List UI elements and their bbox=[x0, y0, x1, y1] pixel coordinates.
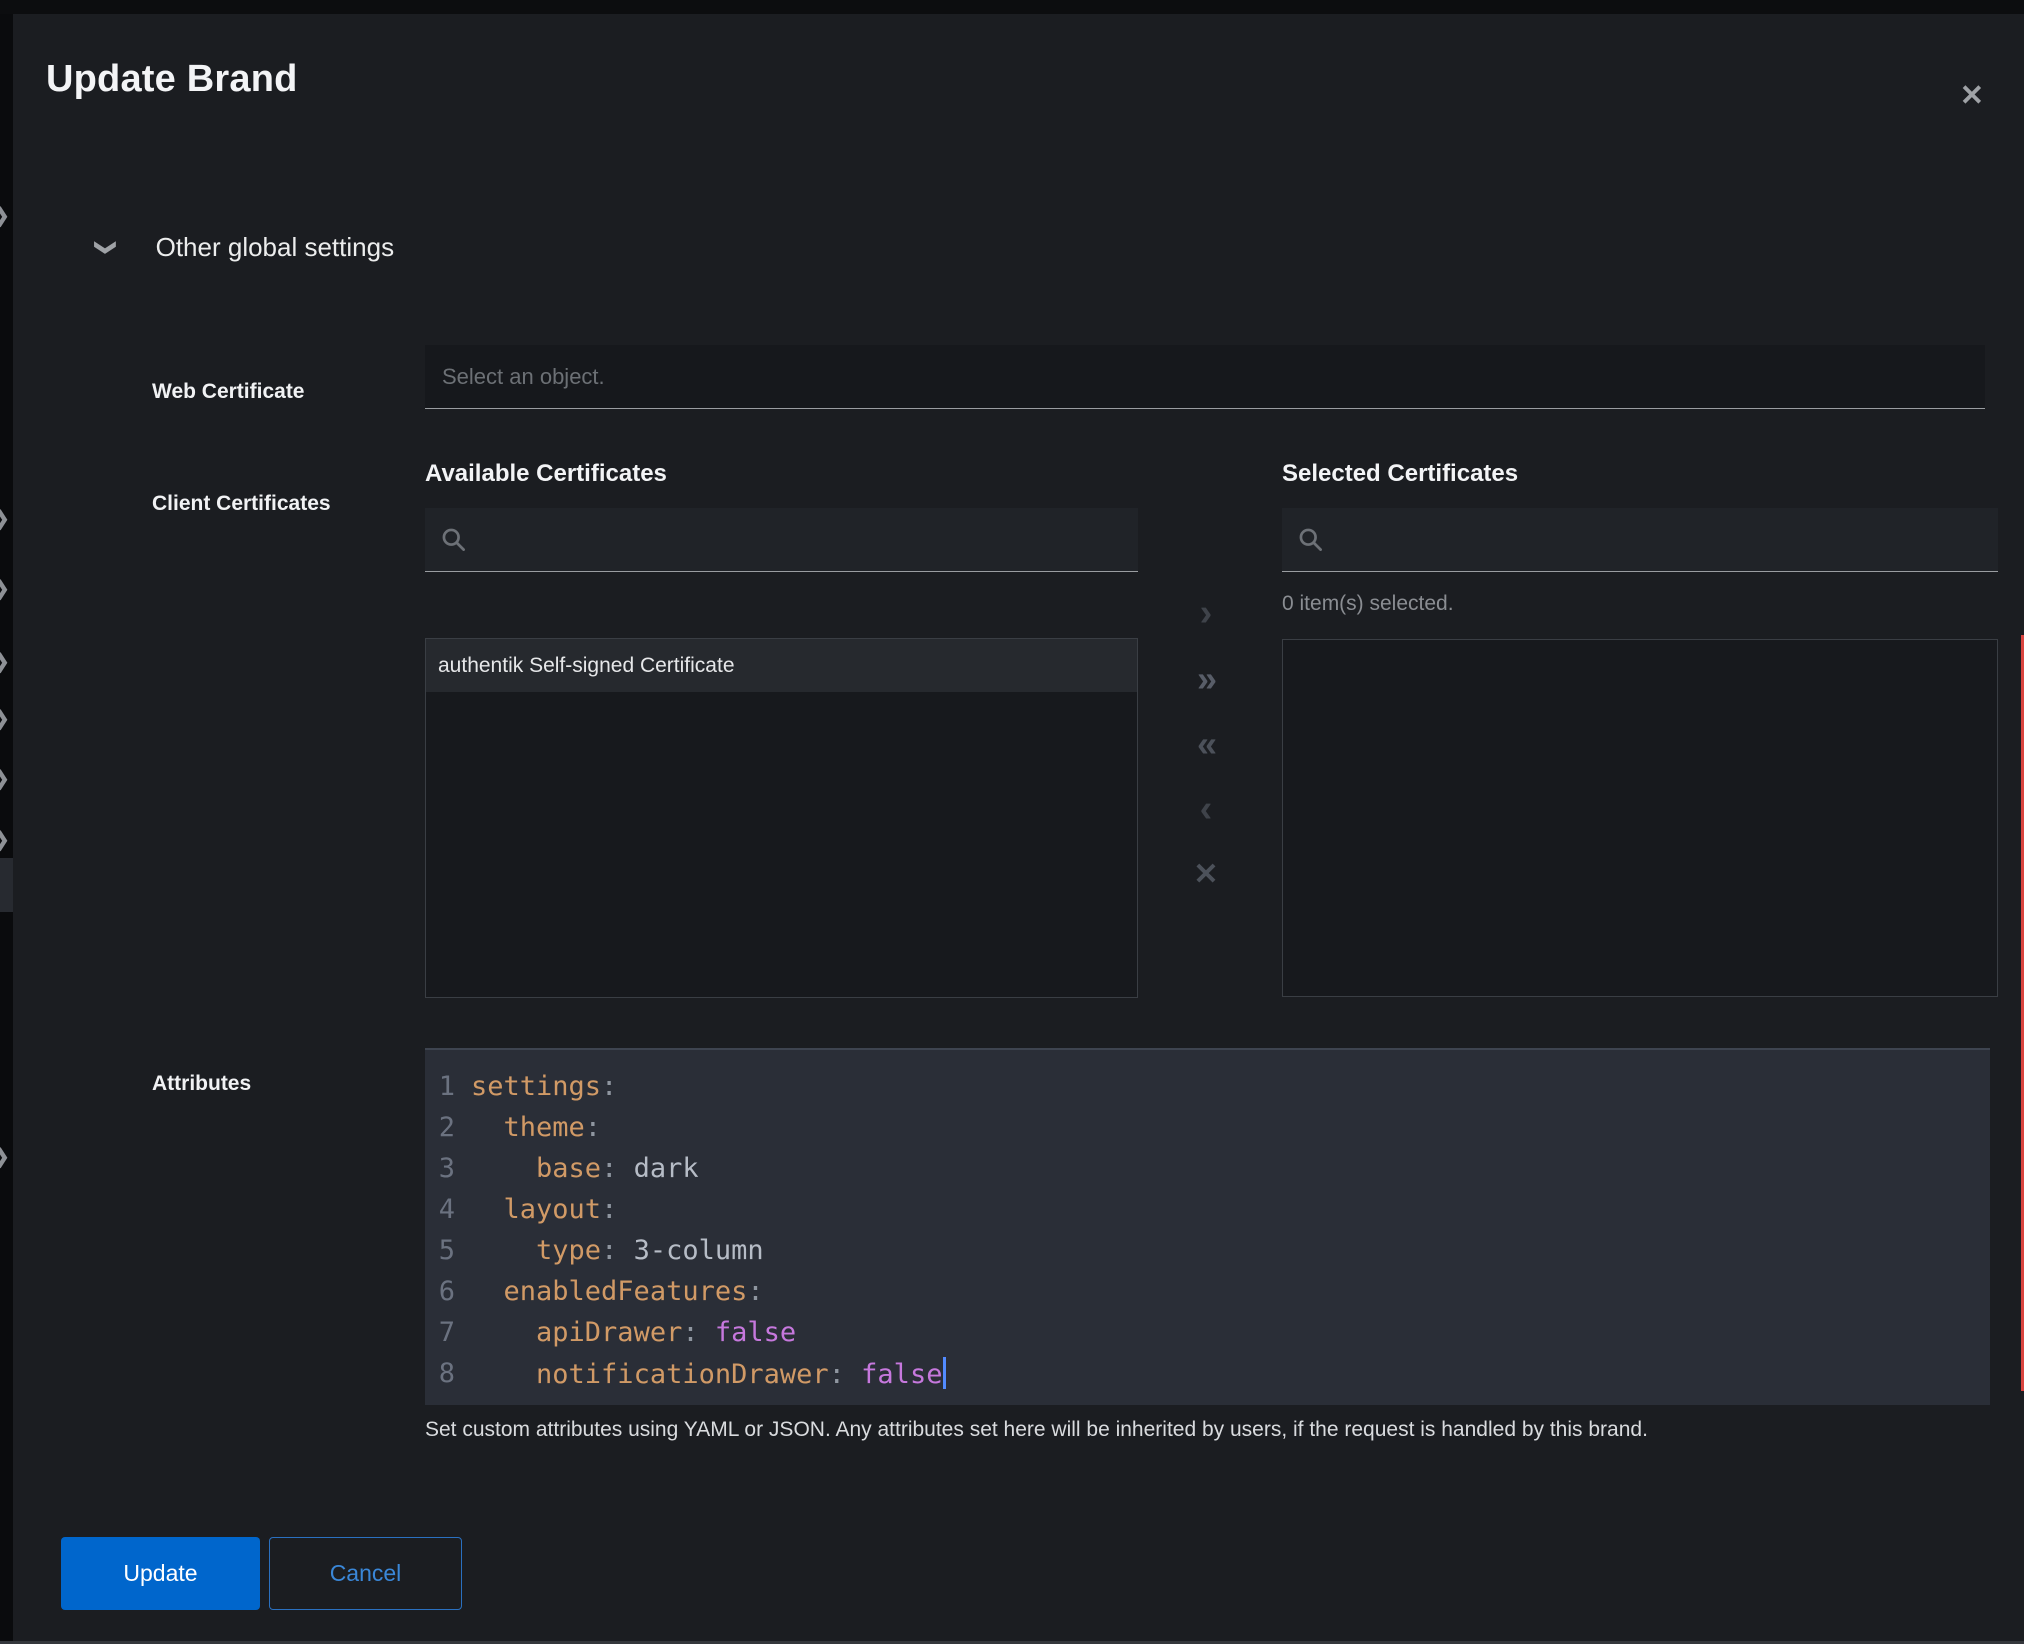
clear-selection-button[interactable]: ✕ bbox=[1193, 842, 1218, 908]
selected-count-status: 0 item(s) selected. bbox=[1282, 592, 1454, 616]
selected-certificates-header: Selected Certificates bbox=[1282, 460, 1518, 488]
available-certificates-searchbox[interactable] bbox=[425, 508, 1138, 572]
move-all-right-button[interactable]: » bbox=[1197, 646, 1215, 711]
code-line: 1settings: bbox=[425, 1066, 1990, 1107]
chevron-fragment-icon: ❯ bbox=[0, 203, 10, 228]
code-line: 2 theme: bbox=[425, 1107, 1990, 1148]
move-all-left-button[interactable]: « bbox=[1197, 711, 1215, 776]
cancel-button[interactable]: Cancel bbox=[269, 1537, 462, 1610]
code-line: 7 apiDrawer: false bbox=[425, 1312, 1990, 1353]
text-cursor bbox=[943, 1357, 946, 1389]
available-certificates-search-input[interactable] bbox=[479, 528, 1123, 552]
chevron-fragment-icon: ❯ bbox=[0, 506, 10, 531]
update-brand-screen: ❯ ❯ ❯ ❯ ❯ ❯ ❯ ❯ Update Brand ✕ ❯ Other g… bbox=[0, 0, 2024, 1644]
chevron-down-icon: ❯ bbox=[93, 239, 118, 257]
chevron-fragment-icon: ❯ bbox=[0, 706, 10, 731]
web-certificate-placeholder: Select an object. bbox=[442, 364, 605, 390]
move-selected-right-button[interactable]: › bbox=[1200, 580, 1213, 646]
chevron-fragment-icon: ❯ bbox=[0, 1144, 10, 1169]
dual-list-controls: ›»«‹✕ bbox=[1163, 580, 1249, 908]
update-button[interactable]: Update bbox=[61, 1537, 260, 1610]
chevron-fragment-icon: ❯ bbox=[0, 766, 10, 791]
attributes-help-text: Set custom attributes using YAML or JSON… bbox=[425, 1418, 1945, 1442]
list-item[interactable]: authentik Self-signed Certificate bbox=[426, 639, 1137, 692]
code-line: 6 enabledFeatures: bbox=[425, 1271, 1990, 1312]
code-line: 8 notificationDrawer: false bbox=[425, 1353, 1990, 1394]
attributes-code-editor[interactable]: 1settings:2 theme:3 base: dark4 layout:5… bbox=[425, 1048, 1990, 1405]
chevron-fragment-icon: ❯ bbox=[0, 576, 10, 601]
code-line: 3 base: dark bbox=[425, 1148, 1990, 1189]
available-certificates-header: Available Certificates bbox=[425, 460, 667, 488]
client-certificates-label: Client Certificates bbox=[152, 492, 331, 516]
web-certificate-label: Web Certificate bbox=[152, 380, 305, 404]
modal-title: Update Brand bbox=[46, 58, 298, 101]
chevron-fragment-icon: ❯ bbox=[0, 827, 10, 852]
sidebar-active-item-fragment bbox=[0, 858, 13, 912]
selected-certificates-list[interactable] bbox=[1282, 639, 1998, 997]
section-toggle-label: Other global settings bbox=[156, 232, 394, 263]
code-line: 4 layout: bbox=[425, 1189, 1990, 1230]
search-icon bbox=[440, 526, 467, 553]
web-certificate-select[interactable]: Select an object. bbox=[425, 345, 1985, 409]
close-icon[interactable]: ✕ bbox=[1960, 82, 1984, 111]
clipped-sidebar: ❯ ❯ ❯ ❯ ❯ ❯ ❯ ❯ bbox=[0, 0, 13, 1644]
selected-certificates-searchbox[interactable] bbox=[1282, 508, 1998, 572]
other-global-settings-toggle[interactable]: ❯ Other global settings bbox=[97, 232, 394, 263]
search-icon bbox=[1297, 526, 1324, 553]
available-certificates-list[interactable]: authentik Self-signed Certificate bbox=[425, 638, 1138, 998]
attributes-label: Attributes bbox=[152, 1072, 251, 1096]
chevron-fragment-icon: ❯ bbox=[0, 649, 10, 674]
code-line: 5 type: 3-column bbox=[425, 1230, 1990, 1271]
page-top-edge bbox=[0, 0, 2024, 14]
move-selected-left-button[interactable]: ‹ bbox=[1200, 776, 1213, 842]
selected-certificates-search-input[interactable] bbox=[1336, 528, 1983, 552]
update-brand-modal: Update Brand ✕ ❯ Other global settings W… bbox=[13, 14, 2024, 1644]
